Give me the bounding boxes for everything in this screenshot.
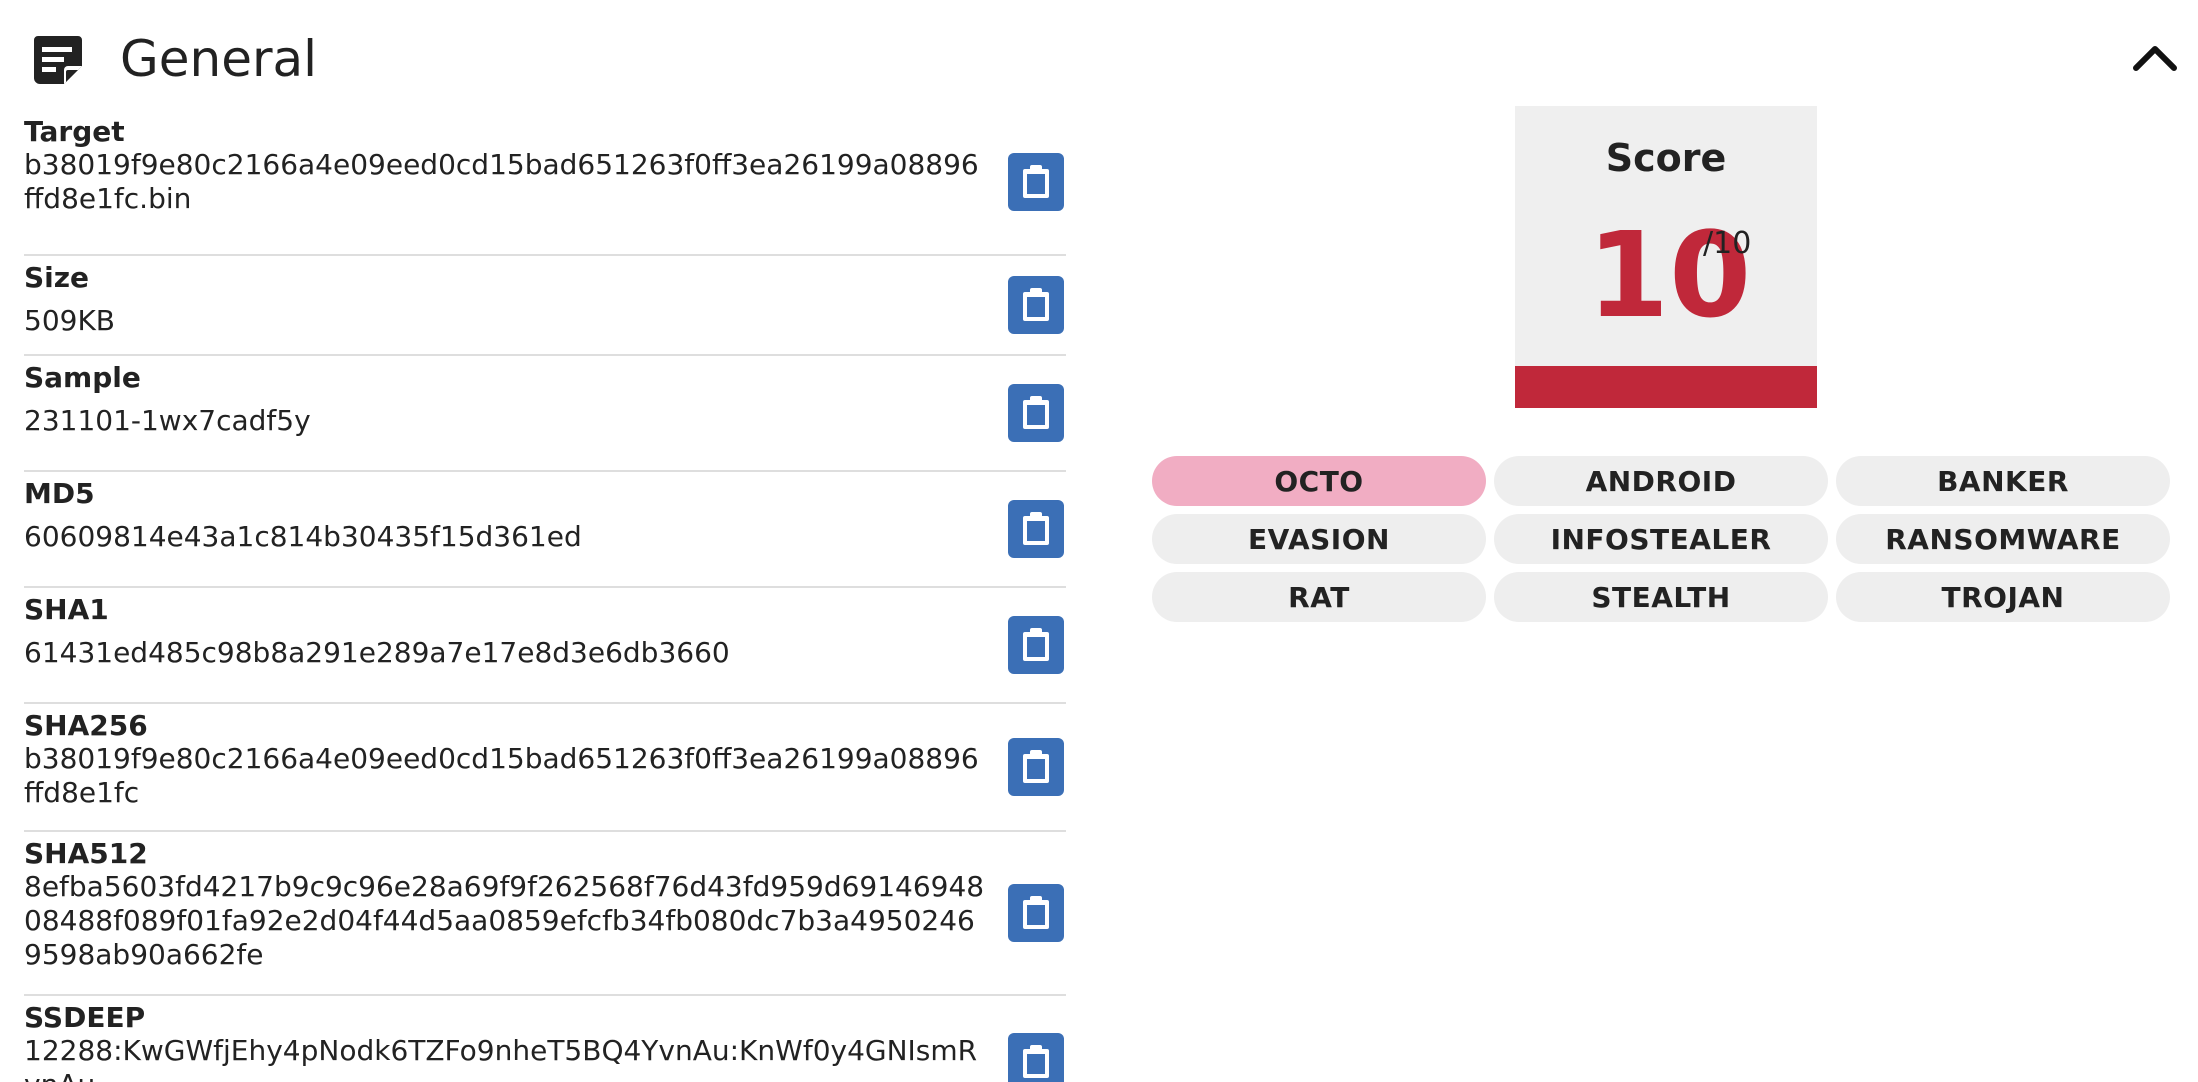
tag-stealth[interactable]: STEALTH [1494, 572, 1828, 622]
field-label: SHA512 [24, 837, 148, 870]
field-ssdeep: SSDEEP 12288:KwGWfjEhy4pNodk6TZFo9nheT5BQ… [24, 996, 1066, 1082]
field-value: 61431ed485c98b8a291e289a7e17e8d3e6db3660 [24, 636, 730, 669]
section-title: General [120, 30, 318, 88]
clipboard-icon [1023, 165, 1049, 198]
field-value: 12288:KwGWfjEhy4pNodk6TZFo9nheT5BQ4YvnAu… [24, 1034, 978, 1082]
field-size: Size 509KB [24, 256, 1066, 356]
clipboard-icon [1023, 1045, 1049, 1078]
clipboard-icon [1023, 396, 1049, 429]
field-label: SHA256 [24, 709, 148, 742]
tag-rat[interactable]: RAT [1152, 572, 1486, 622]
tag-banker[interactable]: BANKER [1836, 456, 2170, 506]
field-label: MD5 [24, 477, 95, 510]
field-sha512: SHA512 8efba5603fd4217b9c9c96e28a69f9f262… [24, 832, 1066, 996]
copy-button[interactable] [1008, 153, 1064, 211]
field-value: 231101-1wx7cadf5y [24, 404, 311, 437]
field-label: Size [24, 261, 90, 294]
field-md5: MD5 60609814e43a1c814b30435f15d361ed [24, 472, 1066, 588]
tag-trojan[interactable]: TROJAN [1836, 572, 2170, 622]
field-value: 509KB [24, 304, 116, 337]
section-header: General [30, 28, 2180, 92]
field-value: 60609814e43a1c814b30435f15d361ed [24, 520, 582, 553]
field-value: b38019f9e80c2166a4e09eed0cd15bad651263f0… [24, 148, 979, 215]
tag-ransomware[interactable]: RANSOMWARE [1836, 514, 2170, 564]
tag-list: OCTO ANDROID BANKER EVASION INFOSTEALER RANSO… [1152, 456, 2170, 622]
copy-button[interactable] [1008, 384, 1064, 442]
field-sha1: SHA1 61431ed485c98b8a291e289a7e17e8d3e6db… [24, 588, 1066, 704]
tag-infostealer[interactable]: INFOSTEALER [1494, 514, 1828, 564]
score-card: Score 10 /10 [1515, 106, 1817, 408]
clipboard-icon [1023, 628, 1049, 661]
field-target: Target b38019f9e80c2166a4e09eed0cd15bad65… [24, 110, 1066, 256]
tag-evasion[interactable]: EVASION [1152, 514, 1486, 564]
field-sha256: SHA256 b38019f9e80c2166a4e09eed0cd15bad65… [24, 704, 1066, 832]
clipboard-icon [1023, 288, 1049, 321]
field-sample: Sample 231101-1wx7cadf5y [24, 356, 1066, 472]
score-max: /10 [1703, 226, 1752, 261]
property-list: Target b38019f9e80c2166a4e09eed0cd15bad65… [24, 110, 1066, 1082]
tag-octo[interactable]: OCTO [1152, 456, 1486, 506]
clipboard-icon [1023, 512, 1049, 545]
field-value: 8efba5603fd4217b9c9c96e28a69f9f262568f76… [24, 870, 985, 971]
copy-button[interactable] [1008, 500, 1064, 558]
copy-button[interactable] [1008, 1033, 1064, 1082]
field-label: SHA1 [24, 593, 109, 626]
field-label: SSDEEP [24, 1001, 146, 1034]
chevron-up-icon[interactable] [2130, 38, 2180, 78]
clipboard-icon [1023, 896, 1049, 929]
score-label: Score [1605, 136, 1727, 180]
score-bar [1515, 366, 1817, 408]
copy-button[interactable] [1008, 884, 1064, 942]
field-label: Target [24, 115, 125, 148]
copy-button[interactable] [1008, 616, 1064, 674]
copy-button[interactable] [1008, 738, 1064, 796]
field-value: b38019f9e80c2166a4e09eed0cd15bad651263f0… [24, 742, 979, 809]
tag-android[interactable]: ANDROID [1494, 456, 1828, 506]
copy-button[interactable] [1008, 276, 1064, 334]
clipboard-icon [1023, 750, 1049, 783]
sticky-note-icon [34, 36, 82, 84]
field-label: Sample [24, 361, 141, 394]
